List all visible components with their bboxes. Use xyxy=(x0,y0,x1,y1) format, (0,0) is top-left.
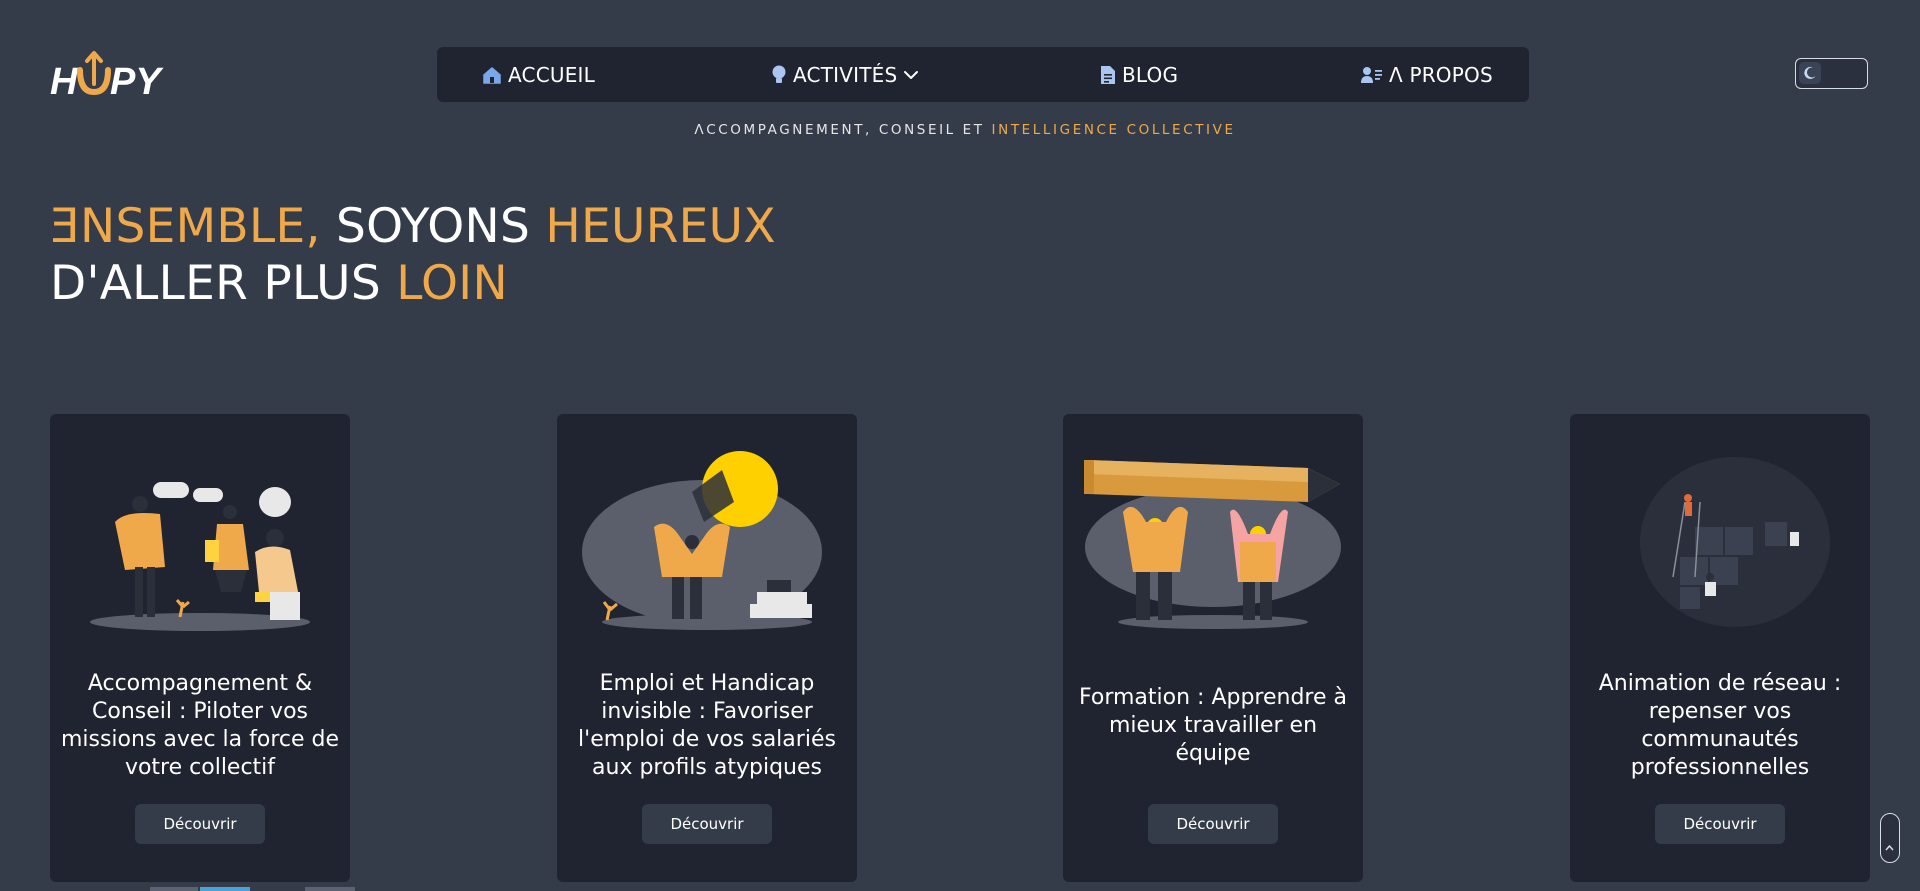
nav-item-accueil[interactable]: ACCUEIL xyxy=(482,47,595,102)
nav-item-activites[interactable]: ACTIVITÉS xyxy=(771,47,919,102)
hero-word-ensemble: ƎNSEMBLE, xyxy=(50,199,321,254)
hero-headline: ƎNSEMBLE, SOYONS HEUREUX D'ALLER PLUS LO… xyxy=(50,198,776,312)
tagline: ΛCCOMPAGNEMENT, CONSEIL ET INTELLIGENCE … xyxy=(0,122,1920,138)
chevron-down-icon[interactable] xyxy=(903,69,919,81)
scroll-to-top-button[interactable] xyxy=(1880,813,1900,863)
lightbulb-icon xyxy=(771,65,787,85)
svg-text:PY: PY xyxy=(110,61,164,103)
card-title: Accompagnement & Conseil : Piloter vos m… xyxy=(60,671,340,780)
giant-pencil-illustration xyxy=(1078,442,1348,632)
user-list-icon xyxy=(1361,66,1383,84)
lightbulb-illustration xyxy=(572,442,842,632)
card-title: Animation de réseau : repenser vos commu… xyxy=(1598,671,1842,780)
card-title: Emploi et Handicap invisible : Favoriser… xyxy=(578,671,836,780)
svg-text:H: H xyxy=(50,61,79,103)
partial-element xyxy=(305,887,355,891)
partial-element xyxy=(200,887,250,891)
card-animation-reseau: Animation de réseau : repenser vos commu… xyxy=(1570,414,1870,882)
team-discussion-illustration xyxy=(65,442,335,632)
tagline-accent: INTELLIGENCE COLLECTIVE xyxy=(991,122,1236,138)
main-navigation: ACCUEIL ACTIVITÉS BLOG Λ PROPOS xyxy=(437,47,1529,102)
nav-label-a-propos: Λ PROPOS xyxy=(1389,62,1493,87)
nav-label-activites: ACTIVITÉS xyxy=(793,62,898,87)
hero-word-soyons: SOYONS xyxy=(320,199,546,254)
home-icon xyxy=(482,66,502,84)
partial-element xyxy=(150,887,198,891)
discover-button[interactable]: Découvrir xyxy=(135,804,265,844)
moon-icon xyxy=(1799,62,1821,84)
nav-item-a-propos[interactable]: Λ PROPOS xyxy=(1361,47,1493,102)
tagline-main: ΛCCOMPAGNEMENT, CONSEIL ET xyxy=(694,122,992,138)
nav-label-blog: BLOG xyxy=(1122,62,1179,87)
nav-label-accueil: ACCUEIL xyxy=(508,62,595,87)
theme-toggle[interactable] xyxy=(1795,58,1868,89)
hero-line2: D'ALLER PLUS xyxy=(50,256,397,311)
logo-mark: H PY xyxy=(50,51,164,103)
hero-word-heureux: HEUREUX xyxy=(545,199,776,254)
card-formation: Formation : Apprendre à mieux travailler… xyxy=(1063,414,1363,882)
discover-button[interactable]: Découvrir xyxy=(1148,804,1278,844)
discover-button[interactable]: Découvrir xyxy=(642,804,772,844)
chevron-up-icon xyxy=(1885,844,1894,851)
hero-word-loin: LOIN xyxy=(396,256,508,311)
card-emploi-handicap: Emploi et Handicap invisible : Favoriser… xyxy=(557,414,857,882)
puzzle-team-illustration xyxy=(1585,442,1855,632)
nav-item-blog[interactable]: BLOG xyxy=(1100,47,1178,102)
huppy-logo[interactable]: H PY xyxy=(50,48,170,104)
card-title: Formation : Apprendre à mieux travailler… xyxy=(1079,685,1347,766)
card-accompagnement: Accompagnement & Conseil : Piloter vos m… xyxy=(50,414,350,882)
document-icon xyxy=(1100,65,1116,85)
discover-button[interactable]: Découvrir xyxy=(1655,804,1785,844)
